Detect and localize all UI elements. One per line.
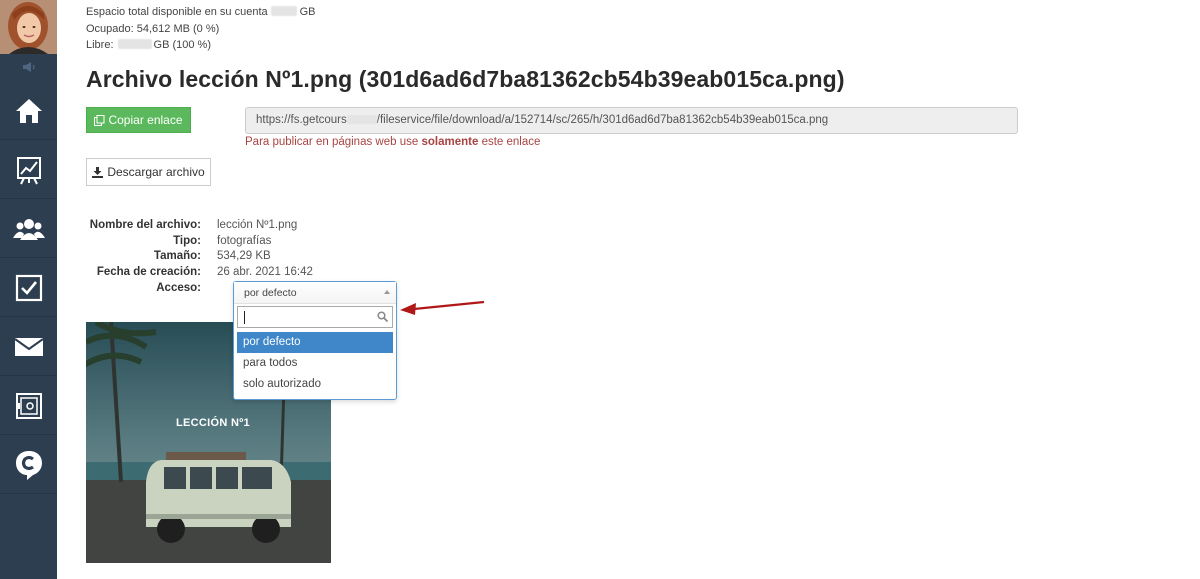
page-title: Archivo lección Nº1.png (301d6ad6d7ba813…	[86, 66, 845, 92]
access-select-current[interactable]: por defecto	[234, 282, 396, 304]
users-icon	[12, 218, 45, 240]
warning-text-post: este enlace	[481, 136, 541, 148]
safe-icon	[15, 392, 42, 419]
copy-icon	[94, 114, 105, 126]
access-select-value: por defecto	[244, 287, 297, 299]
prop-value: 534,29 KB	[217, 250, 271, 263]
text-caret	[244, 311, 245, 324]
redacted-value	[270, 6, 297, 16]
prop-label: Fecha de creación:	[96, 266, 201, 279]
mail-icon	[13, 337, 44, 356]
url-prefix: https://fs.getcours	[256, 114, 347, 126]
warning-text-pre: Para publicar en páginas web use	[245, 136, 419, 148]
home-icon	[15, 98, 42, 123]
publish-warning: Para publicar en páginas web use solamen…	[245, 136, 540, 148]
prop-row-name: Nombre del archivo: lección Nº1.png	[86, 218, 313, 234]
sidebar-item-statistics[interactable]	[0, 141, 57, 199]
prop-value: lección Nº1.png	[217, 219, 298, 231]
storage-total-unit: GB	[299, 6, 316, 18]
storage-free-label: Libre:	[86, 39, 114, 51]
warning-text-bold: solamente	[421, 136, 479, 148]
chart-icon	[16, 156, 41, 184]
prop-row-created: Fecha de creación: 26 abr. 2021 16:42	[86, 265, 313, 281]
prop-label: Acceso:	[156, 281, 201, 294]
storage-free-unit: GB (100 %)	[153, 39, 211, 51]
access-dropdown[interactable]: por defecto por defecto para todos solo …	[233, 281, 397, 400]
file-url-field[interactable]: https://fs.getcours/fileservice/file/dow…	[245, 107, 1018, 134]
sidebar-item-users[interactable]	[0, 200, 57, 258]
prop-row-type: Tipo: fotografías	[86, 234, 313, 250]
sidebar-item-home[interactable]	[0, 82, 57, 140]
storage-info: Espacio total disponible en su cuenta GB …	[86, 4, 316, 54]
getcourse-logo-icon	[15, 450, 42, 480]
preview-caption: LECCIÓN Nº1	[176, 417, 250, 429]
avatar[interactable]	[0, 0, 57, 54]
tasks-icon	[15, 274, 42, 301]
copy-link-label: Copiar enlace	[108, 113, 183, 127]
download-icon	[92, 166, 104, 178]
sidebar	[0, 0, 57, 579]
prop-value: 26 abr. 2021 16:42	[217, 266, 313, 279]
copy-link-button[interactable]: Copiar enlace	[86, 107, 191, 133]
notifications-speaker-icon[interactable]	[0, 54, 57, 80]
prop-label: Tipo:	[173, 234, 201, 247]
prop-row-size: Tamaño: 534,29 KB	[86, 249, 313, 265]
access-option-authorized[interactable]: solo autorizado	[237, 374, 393, 395]
sidebar-item-tasks[interactable]	[0, 259, 57, 317]
storage-total-label: Espacio total disponible en su cuenta	[86, 6, 268, 18]
sidebar-item-mail[interactable]	[0, 318, 57, 376]
url-suffix: /fileservice/file/download/a/152714/sc/2…	[376, 114, 829, 126]
redacted-value	[117, 39, 152, 49]
prop-label: Nombre del archivo:	[89, 219, 201, 231]
storage-total-line: Espacio total disponible en su cuenta GB	[86, 4, 316, 21]
prop-label: Tamaño:	[153, 250, 201, 263]
access-option-everyone[interactable]: para todos	[237, 353, 393, 374]
access-search-input[interactable]	[237, 306, 393, 328]
sidebar-item-sales[interactable]	[0, 377, 57, 435]
redacted-value	[346, 115, 377, 124]
storage-free-line: Libre: GB (100 %)	[86, 37, 316, 54]
download-file-button[interactable]: Descargar archivo	[86, 158, 211, 186]
chevron-up-icon	[384, 290, 390, 294]
search-icon	[377, 311, 388, 322]
prop-value: fotografías	[217, 234, 272, 247]
download-label: Descargar archivo	[107, 165, 205, 179]
annotation-arrow-icon	[400, 300, 485, 315]
access-option-default[interactable]: por defecto	[237, 332, 393, 353]
sidebar-item-getcourse[interactable]	[0, 436, 57, 494]
storage-used: Ocupado: 54,612 MB (0 %)	[86, 22, 220, 35]
